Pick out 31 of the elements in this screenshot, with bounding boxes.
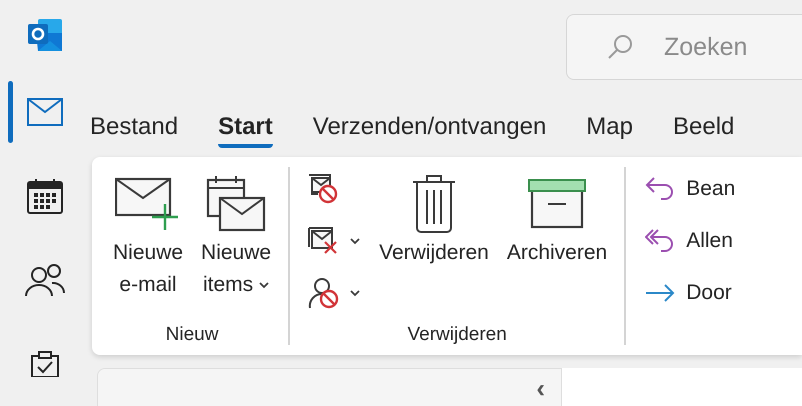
ribbon-tab[interactable]: Map [586, 110, 633, 148]
chevron-down-icon [350, 238, 360, 244]
ribbon-button[interactable]: Archiveren [504, 157, 610, 323]
ribbon-button[interactable]: Nieuwe e-mail [110, 157, 186, 323]
trash-can-icon [412, 174, 456, 234]
collapse-button[interactable]: ‹ [536, 375, 545, 401]
ribbon-tab[interactable]: Bestand [90, 110, 178, 148]
ribbon-tab[interactable]: Beeld [672, 110, 734, 148]
calendar-mail-icon [206, 174, 266, 234]
blocked-person-icon [308, 277, 340, 309]
group-label: Verwijderen [408, 323, 507, 347]
selection-indicator [8, 81, 13, 143]
ribbon-button[interactable]: Verwijderen [376, 157, 492, 323]
forward-arrow-icon [644, 283, 676, 303]
mail-icon [27, 98, 63, 126]
ribbon-small-button[interactable]: Allen [640, 215, 740, 267]
group-label: Nieuw [166, 323, 218, 347]
app-logo-icon [28, 19, 62, 51]
ribbon-small-button[interactable]: Bean [640, 163, 740, 215]
search-field[interactable]: Zoeken [566, 14, 802, 80]
calendar-icon [27, 178, 63, 214]
ribbon-tab[interactable]: Start [218, 110, 273, 148]
chevron-down-icon [259, 282, 270, 288]
ribbon-tab[interactable]: Verzenden/ontvangen [312, 110, 546, 148]
people-icon [25, 263, 65, 297]
clipboard-icon [30, 351, 60, 377]
ribbon-small-button[interactable]: Door [640, 267, 740, 319]
chevron-down-icon [350, 290, 360, 296]
ribbon-button[interactable]: Nieuwe items [198, 157, 274, 323]
archive-box-icon [528, 179, 586, 229]
search-icon [606, 33, 634, 61]
